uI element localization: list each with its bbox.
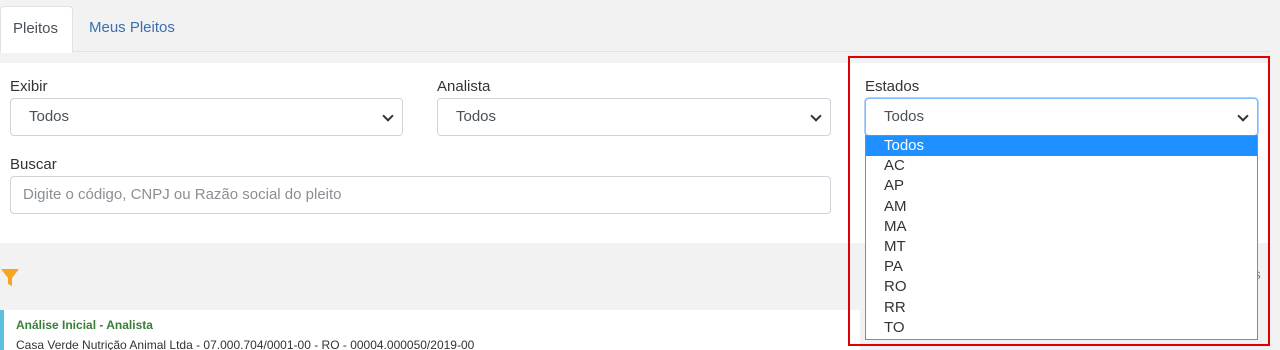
card-subtitle: Casa Verde Nutrição Animal Ltda - 07.000… xyxy=(16,338,475,350)
highlight-box xyxy=(848,56,1270,346)
chevron-down-icon xyxy=(382,110,394,122)
filter-icon[interactable] xyxy=(0,268,20,288)
search-placeholder: Digite o código, CNPJ ou Razão social do… xyxy=(23,186,342,203)
exibir-select[interactable]: Todos xyxy=(10,98,403,136)
search-input[interactable]: Digite o código, CNPJ ou Razão social do… xyxy=(10,176,831,214)
tab-pleitos[interactable]: Pleitos xyxy=(0,6,73,53)
card-status-title: Análise Inicial - Analista xyxy=(16,318,153,332)
pleito-card[interactable]: Análise Inicial - Analista Casa Verde Nu… xyxy=(0,310,860,350)
exibir-label: Exibir xyxy=(10,78,48,95)
tab-meus-pleitos[interactable]: Meus Pleitos xyxy=(77,6,187,53)
chevron-down-icon xyxy=(810,110,822,122)
tab-bar: Pleitos Meus Pleitos xyxy=(0,0,1270,53)
exibir-value: Todos xyxy=(29,108,70,125)
analista-value: Todos xyxy=(456,108,497,125)
buscar-label: Buscar xyxy=(10,156,57,173)
analista-label: Analista xyxy=(437,78,491,95)
analista-select[interactable]: Todos xyxy=(437,98,831,136)
